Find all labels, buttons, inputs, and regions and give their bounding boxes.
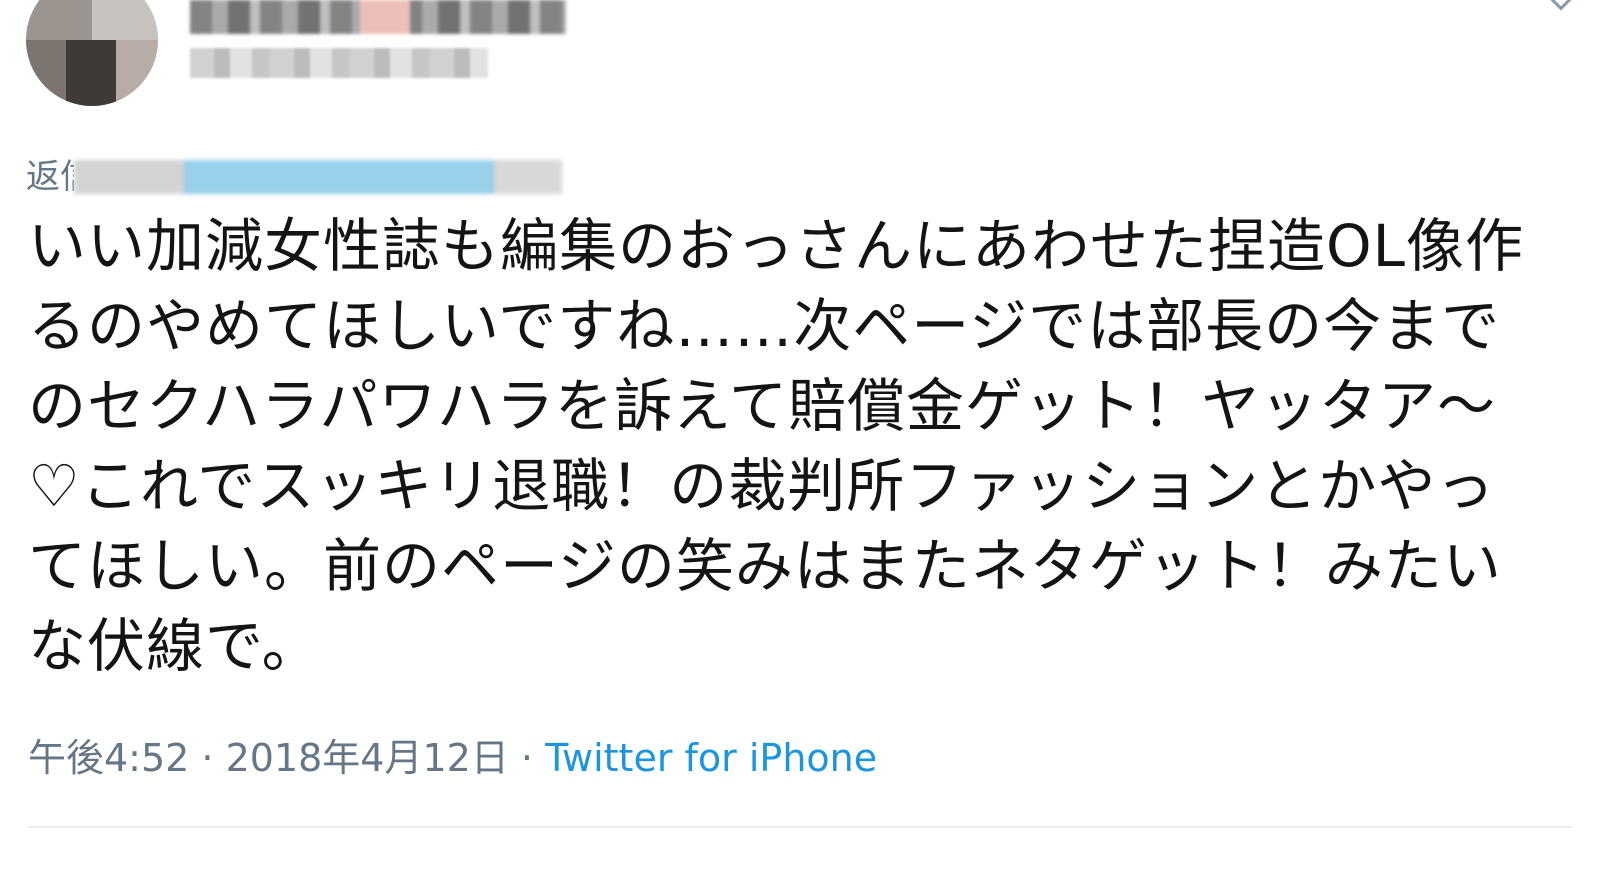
- reply-prefix: 返信先:: [26, 157, 74, 197]
- author-handle-redacted[interactable]: [190, 48, 488, 78]
- tweet-source-link[interactable]: Twitter for iPhone: [545, 736, 877, 780]
- divider: [28, 826, 1572, 828]
- reply-handle-redacted[interactable]: [74, 160, 562, 194]
- meta-separator: ·: [508, 736, 546, 780]
- replying-to: 返信先:: [26, 152, 562, 202]
- author-name-redacted[interactable]: [190, 0, 566, 34]
- name-emoji-redacted: [360, 0, 410, 34]
- meta-separator: ·: [189, 736, 226, 780]
- tweet-meta: 午後4:52 · 2018年4月12日 · Twitter for iPhone: [28, 730, 877, 786]
- avatar[interactable]: [26, 0, 158, 106]
- tweet-text: いい加減女性誌も編集のおっさんにあわせた捏造OL像作るのやめてほしいですね……次…: [28, 212, 1524, 680]
- chevron-down-icon[interactable]: [1545, 0, 1577, 11]
- tweet: 返信先: いい加減女性誌も編集のおっさんにあわせた捏造OL像作るのやめてほしいで…: [0, 0, 1600, 874]
- tweet-date[interactable]: 2018年4月12日: [226, 736, 509, 780]
- tweet-time[interactable]: 午後4:52: [28, 736, 189, 780]
